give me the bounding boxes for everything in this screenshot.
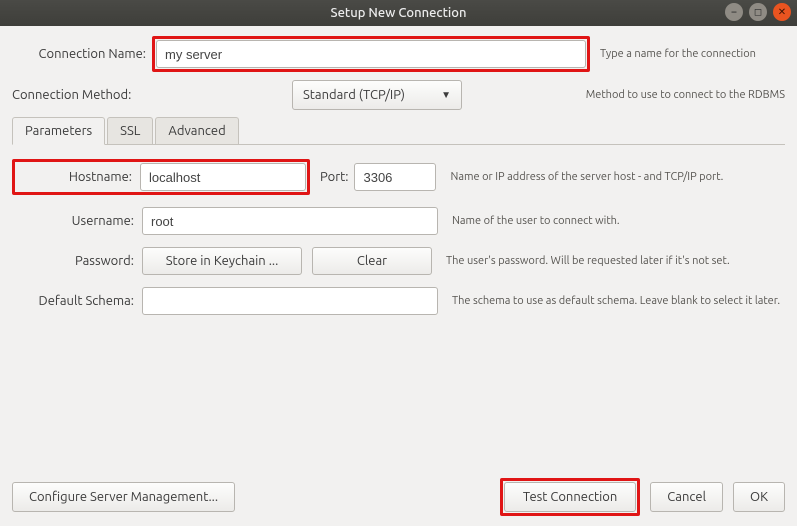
password-hint: The user's password. Will be requested l…	[446, 255, 785, 267]
connection-name-input[interactable]	[156, 40, 586, 68]
parameters-panel: Hostname: Port: Name or IP address of th…	[12, 145, 785, 315]
store-keychain-button[interactable]: Store in Keychain ...	[142, 247, 302, 275]
window-title: Setup New Connection	[331, 6, 467, 20]
connection-name-hint: Type a name for the connection	[600, 48, 756, 60]
hostname-hint: Name or IP address of the server host - …	[450, 171, 785, 183]
dialog-content: Connection Name: Type a name for the con…	[0, 26, 797, 335]
port-label: Port:	[320, 170, 348, 184]
tab-parameters[interactable]: Parameters	[12, 117, 105, 145]
password-label: Password:	[12, 254, 142, 268]
hostname-label: Hostname:	[16, 170, 140, 184]
maximize-icon[interactable]: ◻	[749, 3, 767, 21]
username-label: Username:	[12, 214, 142, 228]
port-input[interactable]	[354, 163, 436, 191]
connection-method-hint: Method to use to connect to the RDBMS	[586, 89, 785, 101]
connection-method-select[interactable]: Standard (TCP/IP) ▼	[292, 80, 462, 110]
tab-advanced[interactable]: Advanced	[155, 117, 238, 144]
username-input[interactable]	[142, 207, 438, 235]
tab-ssl[interactable]: SSL	[107, 117, 153, 144]
configure-server-button[interactable]: Configure Server Management...	[12, 482, 235, 512]
ok-button[interactable]: OK	[733, 482, 785, 512]
close-icon[interactable]: ✕	[773, 3, 791, 21]
cancel-button[interactable]: Cancel	[650, 482, 723, 512]
connection-name-label: Connection Name:	[12, 47, 152, 61]
test-connection-button[interactable]: Test Connection	[504, 482, 636, 512]
minimize-icon[interactable]: –	[725, 3, 743, 21]
window-controls: – ◻ ✕	[725, 3, 791, 21]
username-hint: Name of the user to connect with.	[452, 215, 785, 227]
titlebar: Setup New Connection – ◻ ✕	[0, 0, 797, 26]
connection-method-label: Connection Method:	[12, 88, 152, 102]
dialog-footer: Configure Server Management... Test Conn…	[12, 478, 785, 516]
default-schema-input[interactable]	[142, 287, 438, 315]
hostname-input[interactable]	[140, 163, 306, 191]
default-schema-label: Default Schema:	[12, 294, 142, 308]
default-schema-hint: The schema to use as default schema. Lea…	[452, 295, 785, 307]
chevron-down-icon: ▼	[441, 89, 451, 101]
clear-password-button[interactable]: Clear	[312, 247, 432, 275]
connection-method-value: Standard (TCP/IP)	[303, 88, 405, 102]
tabbar: Parameters SSL Advanced	[12, 116, 785, 145]
